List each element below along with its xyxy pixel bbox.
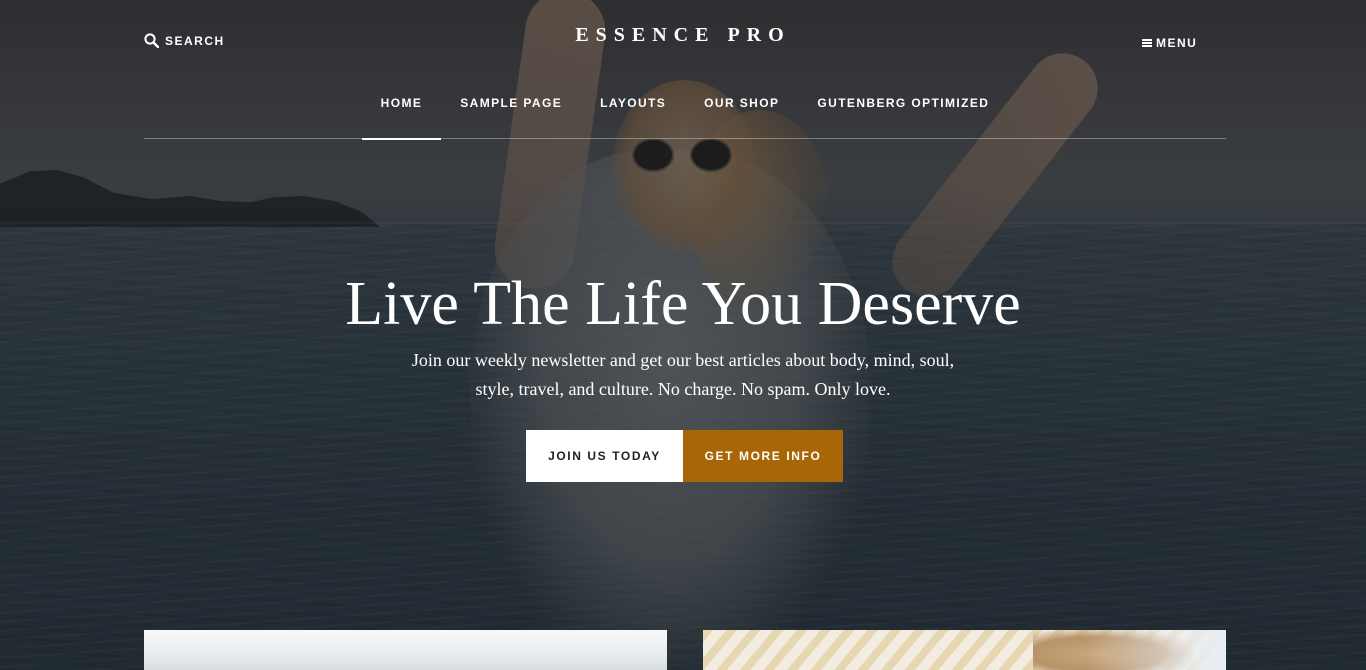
get-more-info-button[interactable]: GET MORE INFO bbox=[683, 430, 843, 482]
nav-item-sample-page[interactable]: SAMPLE PAGE bbox=[441, 80, 581, 139]
nav-item-home[interactable]: HOME bbox=[361, 80, 442, 140]
featured-card-image-left[interactable] bbox=[144, 630, 667, 670]
hero-description-line-1: Join our weekly newsletter and get our b… bbox=[411, 350, 955, 370]
hero-description-line-2: style, travel, and culture. No charge. N… bbox=[475, 379, 891, 399]
hero-description: Join our weekly newsletter and get our b… bbox=[403, 346, 963, 404]
nav-item-layouts[interactable]: LAYOUTS bbox=[581, 80, 685, 139]
featured-card-image-right[interactable] bbox=[703, 630, 1226, 670]
menu-toggle[interactable]: MENU bbox=[1142, 36, 1197, 50]
hero-title: Live The Life You Deserve bbox=[345, 270, 1021, 338]
hamburger-icon bbox=[1142, 39, 1152, 47]
primary-navigation: HOME SAMPLE PAGE LAYOUTS OUR SHOP GUTENB… bbox=[144, 80, 1226, 140]
nav-item-gutenberg-optimized[interactable]: GUTENBERG OPTIMIZED bbox=[798, 80, 1008, 139]
menu-label: MENU bbox=[1156, 36, 1198, 50]
light-background bbox=[1086, 630, 1226, 670]
site-title-link[interactable]: ESSENCE PRO bbox=[575, 24, 790, 46]
join-us-today-button[interactable]: JOIN US TODAY bbox=[526, 430, 683, 482]
nav-item-our-shop[interactable]: OUR SHOP bbox=[685, 80, 798, 139]
